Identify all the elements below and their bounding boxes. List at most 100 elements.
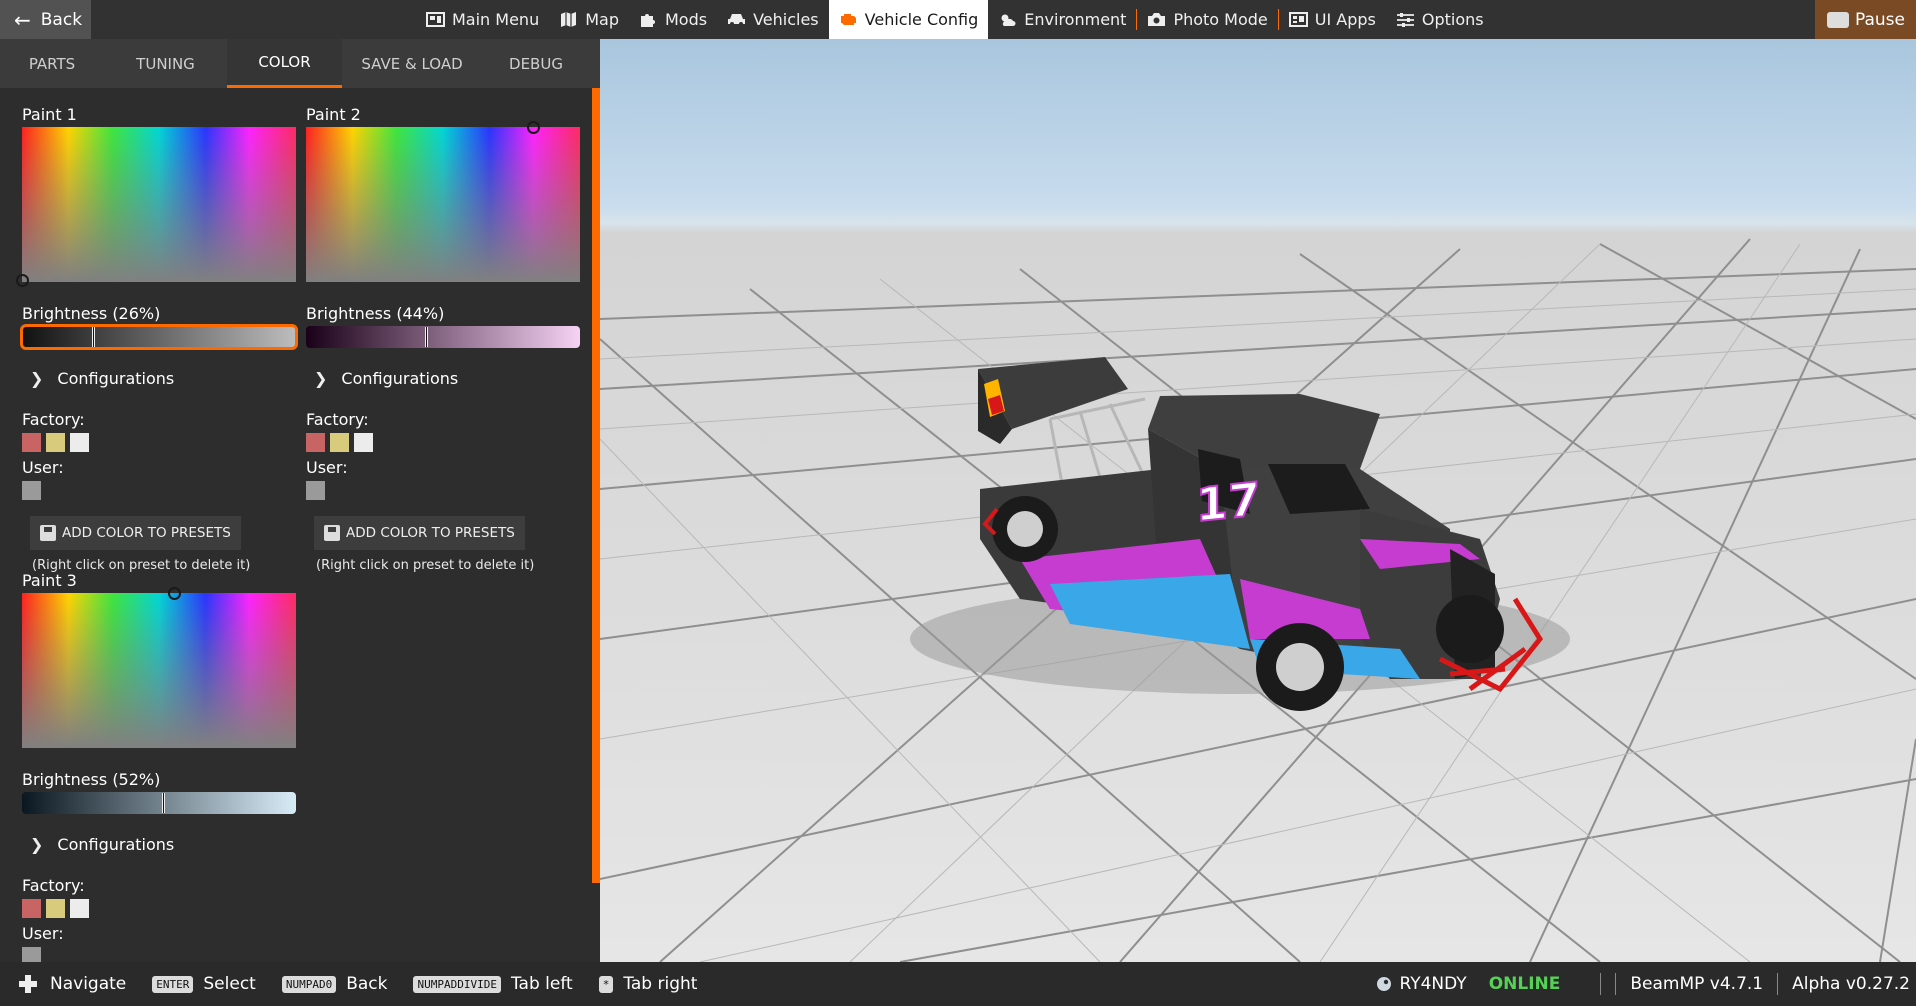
menu-item-main-menu[interactable]: Main Menu [416, 0, 549, 39]
factory-swatch[interactable] [22, 433, 41, 452]
menu-item-vehicles[interactable]: Vehicles [717, 0, 829, 39]
keyboard-key-icon [1827, 11, 1849, 28]
chevron-right-icon: ❯ [30, 368, 44, 388]
brightness-label: Brightness (44%) [306, 304, 445, 323]
color-picker-handle[interactable] [527, 121, 540, 134]
menu-item-vehicle-config[interactable]: Vehicle Config [828, 0, 989, 39]
factory-label: Factory: [22, 410, 85, 429]
main-menu-icon [426, 12, 445, 27]
color-picker-handle[interactable] [16, 274, 29, 287]
top-menu-bar: ← Back Main Menu Map Mods Vehicles Vehic… [0, 0, 1916, 39]
steam-icon [1376, 977, 1391, 991]
vehicle-viewport[interactable]: 17 [600, 39, 1916, 962]
color-picker-field[interactable] [306, 121, 580, 282]
apps-icon [1288, 12, 1308, 27]
save-disk-icon [40, 525, 56, 541]
menu-item-label: Main Menu [452, 10, 540, 29]
weather-icon [1001, 14, 1016, 26]
engine-icon [840, 14, 856, 25]
menu-item-label: Mods [664, 10, 708, 29]
factory-swatch[interactable] [306, 433, 325, 452]
factory-swatch[interactable] [330, 433, 349, 452]
factory-swatch[interactable] [46, 433, 65, 452]
camera-icon [1148, 13, 1166, 26]
brightness-slider-handle[interactable] [424, 327, 428, 347]
configurations-label: Configurations [57, 834, 175, 854]
menu-item-label: Vehicle Config [864, 10, 979, 29]
menu-item-map[interactable]: Map [549, 0, 629, 39]
pause-label: Pause [1855, 9, 1905, 30]
add-preset-label: ADD COLOR TO PRESETS [62, 525, 231, 541]
color-picker-field[interactable] [22, 587, 296, 748]
game-version: Alpha v0.27.2 [1792, 974, 1910, 994]
configurations-toggle[interactable]: ❯ Configurations [306, 366, 580, 390]
menu-item-environment[interactable]: Environment [988, 0, 1136, 39]
online-status: ONLINE [1488, 974, 1561, 994]
status-separator [1777, 973, 1779, 995]
map-icon [561, 12, 577, 27]
menu-item-label: Map [585, 10, 619, 29]
factory-swatches [22, 899, 296, 918]
user-label: User: [22, 924, 64, 943]
tab-debug[interactable]: DEBUG [482, 39, 590, 88]
menu-item-ui-apps[interactable]: UI Apps [1279, 0, 1386, 39]
factory-swatch[interactable] [70, 433, 89, 452]
configurations-label: Configurations [341, 368, 459, 388]
scrollbar[interactable] [592, 88, 600, 883]
factory-swatch[interactable] [46, 899, 65, 918]
factory-swatch[interactable] [354, 433, 373, 452]
hint-label: Back [346, 974, 388, 994]
brightness-slider[interactable] [22, 792, 296, 814]
tab-parts[interactable]: PARTS [0, 39, 104, 88]
vehicle-number: 17 [1196, 472, 1260, 533]
beammp-version: BeamMP v4.7.1 [1630, 974, 1764, 994]
add-preset-label: ADD COLOR TO PRESETS [346, 525, 515, 541]
preset-hint: (Right click on preset to delete it) [316, 558, 535, 573]
paint-title: Paint 1 [22, 105, 77, 124]
add-color-to-presets-button[interactable]: ADD COLOR TO PRESETS [314, 516, 525, 550]
factory-swatch[interactable] [22, 899, 41, 918]
add-color-to-presets-button[interactable]: ADD COLOR TO PRESETS [30, 516, 241, 550]
key-chip: * [598, 975, 614, 993]
brightness-slider[interactable] [20, 324, 298, 350]
menu-item-photo-mode[interactable]: Photo Mode [1137, 0, 1277, 39]
menu-item-label: UI Apps [1314, 10, 1376, 29]
car-icon [728, 14, 746, 26]
factory-label: Factory: [306, 410, 369, 429]
status-separator [1600, 973, 1602, 995]
key-chip: NUMPAD0 [281, 975, 337, 993]
vehicle-config-panel: PARTS TUNING COLOR SAVE & LOAD DEBUG Pai… [0, 39, 600, 966]
pause-button[interactable]: Pause [1815, 0, 1916, 39]
hint-select: ENTER Select [152, 974, 256, 994]
configurations-toggle[interactable]: ❯ Configurations [22, 832, 296, 856]
menu-item-label: Options [1421, 10, 1484, 29]
user-swatch[interactable] [22, 481, 41, 500]
arrow-left-icon: ← [14, 7, 31, 32]
key-chip: NUMPADDIVIDE [413, 975, 501, 993]
tab-tuning[interactable]: TUNING [104, 39, 227, 88]
brightness-slider-handle[interactable] [92, 327, 96, 347]
user-label: User: [306, 458, 348, 477]
color-picker-field[interactable] [16, 127, 296, 287]
hint-tab-right: * Tab right [598, 974, 697, 994]
paint-2-section: Paint 2 Brightness (44%) ❯ Configuration… [306, 105, 580, 573]
configurations-toggle[interactable]: ❯ Configurations [22, 366, 296, 390]
brightness-slider-handle[interactable] [162, 793, 166, 813]
menu-item-options[interactable]: Options [1386, 0, 1494, 39]
tab-save-load[interactable]: SAVE & LOAD [342, 39, 482, 88]
brightness-slider[interactable] [306, 326, 580, 348]
status-separator [1615, 973, 1617, 995]
paint-1-section: Paint 1 Brightness (26%) ❯ Configuration… [16, 105, 298, 573]
tab-color[interactable]: COLOR [227, 39, 342, 88]
factory-swatch[interactable] [70, 899, 89, 918]
puzzle-icon [640, 14, 655, 27]
color-picker-handle[interactable] [168, 587, 181, 600]
paint-3-section: Paint 3 Brightness (52%) ❯ Configuration… [22, 571, 296, 966]
paint-title: Paint 3 [22, 571, 77, 590]
menu-item-mods[interactable]: Mods [629, 0, 717, 39]
hint-label: Select [203, 974, 256, 994]
hint-label: Navigate [50, 974, 127, 994]
configurations-label: Configurations [57, 368, 175, 388]
back-button[interactable]: ← Back [0, 0, 91, 39]
user-swatch[interactable] [306, 481, 325, 500]
